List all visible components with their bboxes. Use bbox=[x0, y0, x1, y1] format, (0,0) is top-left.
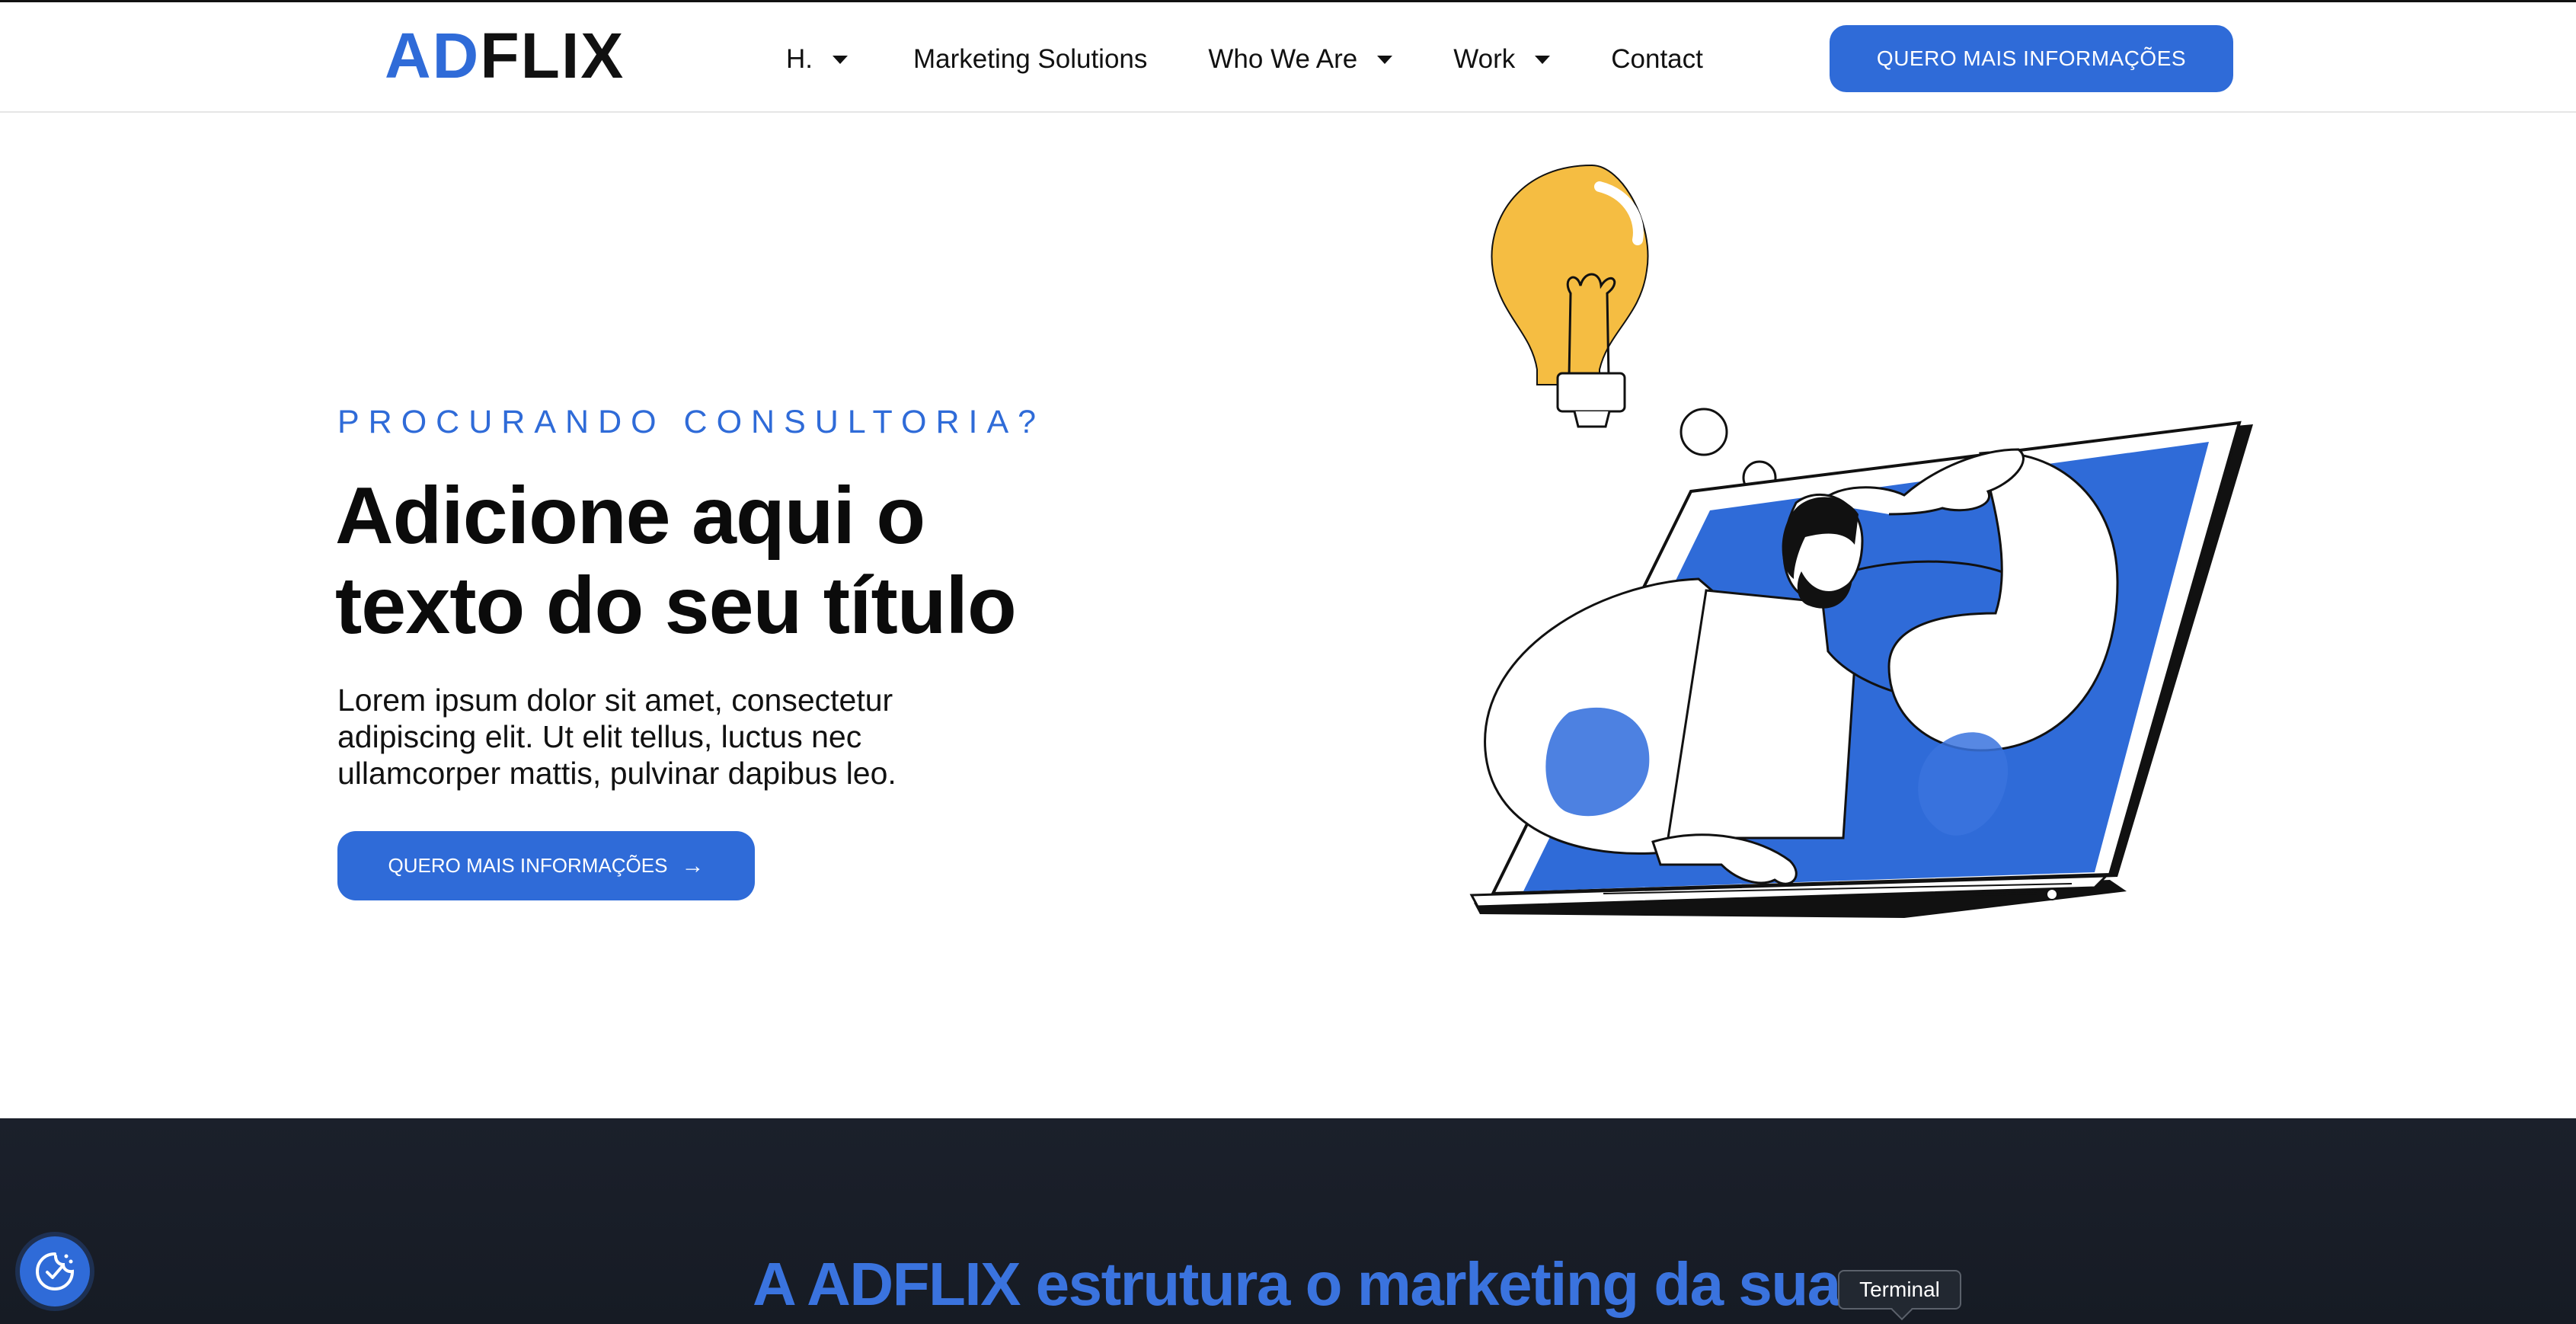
hero-title-line-2: texto do seu título bbox=[335, 561, 1017, 651]
adflix-logo[interactable]: AD FLIX bbox=[385, 20, 625, 91]
main-nav: H. Marketing Solutions Who We Are Work C… bbox=[777, 33, 1703, 86]
nav-item-marketing-solutions[interactable]: Marketing Solutions bbox=[913, 44, 1147, 75]
nav-item-label: H. bbox=[786, 44, 813, 74]
terminal-tooltip: Terminal bbox=[1838, 1270, 1961, 1310]
site-header: AD FLIX H. Marketing Solutions Who We Are… bbox=[0, 2, 2576, 113]
cookie-consent-button[interactable] bbox=[20, 1236, 90, 1306]
nav-item-who-we-are[interactable]: Who We Are bbox=[1208, 44, 1393, 75]
hero-cta-label: QUERO MAIS INFORMAÇÕES bbox=[388, 854, 668, 877]
cookie-consent-icon bbox=[35, 1252, 75, 1291]
chevron-down-icon bbox=[1535, 55, 1551, 64]
hero-description: Lorem ipsum dolor sit amet, consectetur … bbox=[337, 683, 896, 791]
nav-item-contact[interactable]: Contact bbox=[1611, 44, 1703, 75]
nav-item-label: Marketing Solutions bbox=[913, 44, 1148, 74]
hero-title: Adicione aqui o texto do seu título bbox=[335, 471, 1097, 651]
man-in-laptop-illustration bbox=[1469, 164, 2253, 918]
chevron-down-icon bbox=[1377, 55, 1393, 64]
hero-eyebrow: PROCURANDO CONSULTORIA? bbox=[337, 404, 1046, 440]
nav-item-h[interactable]: H. bbox=[786, 44, 848, 75]
logo-ad: AD bbox=[385, 20, 481, 91]
hero-title-line-1: Adicione aqui o bbox=[335, 471, 925, 561]
nav-item-label: Contact bbox=[1611, 44, 1703, 74]
nav-item-label: Work bbox=[1453, 44, 1516, 74]
nav-item-work[interactable]: Work bbox=[1453, 44, 1551, 75]
lightbulb-icon bbox=[1491, 164, 1649, 428]
header-cta-button[interactable]: QUERO MAIS INFORMAÇÕES bbox=[1830, 25, 2233, 92]
section-heading: A ADFLIX estrutura o marketing da sua bbox=[753, 1250, 1841, 1318]
nav-item-label: Who We Are bbox=[1208, 44, 1358, 74]
hero-cta-button[interactable]: QUERO MAIS INFORMAÇÕES → bbox=[337, 831, 755, 900]
chevron-down-icon bbox=[833, 55, 848, 64]
logo-flix: FLIX bbox=[480, 20, 625, 91]
arrow-right-icon: → bbox=[681, 852, 705, 878]
